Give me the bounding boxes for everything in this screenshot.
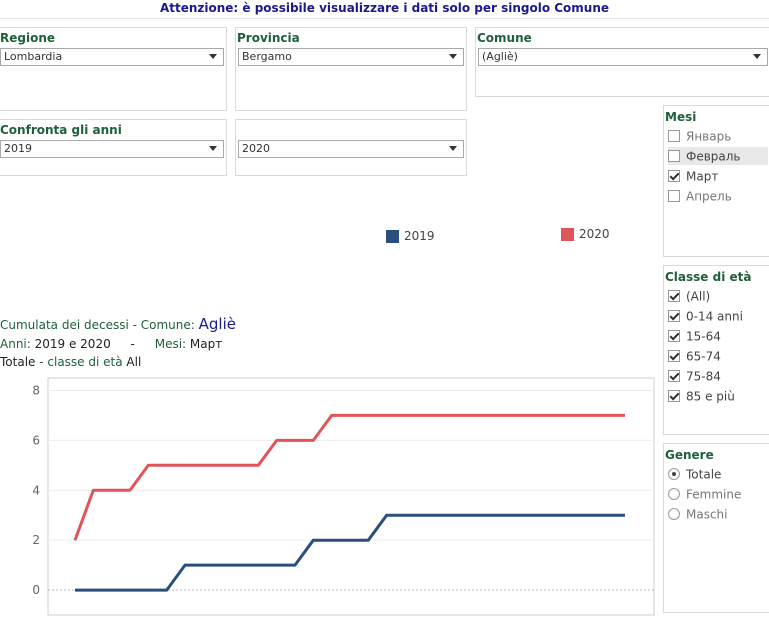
classe-option-label: 15-64 (686, 329, 721, 344)
mesi-option-label: Январь (686, 129, 732, 144)
checkbox-icon (668, 189, 680, 202)
info-anni-value: 2019 e 2020 (34, 337, 111, 351)
checkbox-checked-icon (668, 289, 680, 302)
comune-panel: Comune (Agliè) (475, 27, 769, 97)
series-line-2019[interactable] (75, 513, 625, 592)
legend-item-2019[interactable]: 2019 (386, 229, 435, 243)
y-tick-label: 0 (32, 583, 40, 597)
comune-title: Comune (477, 31, 532, 45)
chart-frame (47, 377, 655, 616)
provincia-title: Provincia (237, 31, 300, 45)
mesi-option-3[interactable]: Апрель (668, 187, 768, 205)
checkbox-icon (668, 129, 680, 142)
mesi-option-label: Апрель (686, 189, 732, 204)
classe-option-5[interactable]: 85 e più (668, 387, 735, 405)
radio-icon (668, 507, 680, 520)
provincia-panel: Provincia Bergamo (235, 27, 467, 111)
year2-panel: 2020 (235, 119, 467, 176)
legend-swatch-2020 (561, 228, 574, 241)
chevron-down-icon (209, 146, 217, 151)
checkbox-checked-icon (668, 349, 680, 362)
legend-label-2019: 2019 (404, 229, 435, 243)
chevron-down-icon (449, 54, 457, 59)
info-cumulata-label: Cumulata dei decessi - Comune: (0, 318, 195, 332)
mesi-option-2[interactable]: Март (668, 167, 768, 185)
regione-dropdown[interactable]: Lombardia (0, 48, 224, 66)
classe-option-1[interactable]: 0-14 anni (668, 307, 743, 325)
info-comune-name: Agliè (198, 315, 236, 333)
mesi-option-0[interactable]: Январь (668, 127, 768, 145)
info-line-1: Cumulata dei decessi - Comune: Agliè (0, 315, 236, 333)
regione-value: Lombardia (4, 50, 63, 63)
checkbox-checked-icon (668, 169, 680, 182)
info-separator: - (130, 337, 135, 351)
year1-dropdown[interactable]: 2019 (0, 140, 224, 158)
classe-option-2[interactable]: 15-64 (668, 327, 721, 345)
legend-swatch-2019 (386, 230, 399, 243)
classe-option-3[interactable]: 65-74 (668, 347, 721, 365)
genere-option-label: Femmine (686, 487, 742, 502)
chevron-down-icon (753, 54, 761, 59)
info-mesi-value: Март (189, 337, 223, 351)
info-classe-value: All (126, 355, 142, 369)
mesi-filter: Mesi Январь Февраль Март Апрель (663, 105, 769, 257)
info-line-3: Totale - classe di età All (0, 355, 141, 369)
comune-dropdown[interactable]: (Agliè) (478, 48, 768, 66)
classe-option-label: 65-74 (686, 349, 721, 364)
y-tick-label: 6 (32, 433, 40, 447)
classe-option-label: 75-84 (686, 369, 721, 384)
legend-item-2020[interactable]: 2020 (561, 227, 610, 241)
chevron-down-icon (449, 146, 457, 151)
genere-option-1[interactable]: Femmine (668, 485, 741, 503)
classe-title: Classe di età (665, 270, 752, 284)
classe-option-label: (All) (686, 289, 711, 304)
info-totale-label: Totale (0, 355, 36, 369)
year2-dropdown[interactable]: 2020 (238, 140, 464, 158)
mesi-option-label: Март (686, 169, 719, 184)
series-line-2020[interactable] (73, 413, 625, 541)
y-tick-label: 8 (32, 383, 40, 397)
info-classe-label: - classe di età (39, 355, 123, 369)
mesi-title: Mesi (665, 110, 697, 124)
banner-warning: Attenzione: è possibile visualizzare i d… (159, 1, 610, 15)
mesi-option-1[interactable]: Февраль (668, 147, 768, 165)
classe-option-4[interactable]: 75-84 (668, 367, 721, 385)
year1-value: 2019 (4, 142, 32, 155)
banner-divider (0, 18, 769, 19)
chevron-down-icon (209, 54, 217, 59)
legend-label-2020: 2020 (579, 227, 610, 241)
year2-value: 2020 (242, 142, 270, 155)
genere-option-2[interactable]: Maschi (668, 505, 728, 523)
y-tick-label: 4 (32, 483, 40, 497)
mesi-option-label: Февраль (686, 149, 741, 164)
genere-title: Genere (665, 448, 714, 462)
cumulative-deaths-chart: 0 2 4 6 8 (32, 377, 655, 616)
classe-option-0[interactable]: (All) (668, 287, 710, 305)
radio-icon (668, 487, 680, 500)
regione-title: Regione (0, 31, 56, 45)
genere-option-0[interactable]: Totale (668, 465, 721, 483)
genere-option-label: Totale (686, 467, 722, 482)
info-line-2: Anni: 2019 e 2020 - Mesi: Март (0, 337, 222, 351)
provincia-value: Bergamo (242, 50, 292, 63)
provincia-dropdown[interactable]: Bergamo (238, 48, 464, 66)
checkbox-icon (668, 149, 680, 162)
info-mesi-label: Mesi: (154, 337, 187, 351)
checkbox-checked-icon (668, 309, 680, 322)
confronta-panel: Confronta gli anni 2019 (0, 119, 227, 176)
checkbox-checked-icon (668, 389, 680, 402)
checkbox-checked-icon (668, 369, 680, 382)
classe-option-label: 0-14 anni (686, 309, 743, 324)
classe-filter: Classe di età (All) 0-14 anni 15-64 65-7… (663, 265, 769, 435)
genere-filter: Genere Totale Femmine Maschi (663, 443, 769, 613)
regione-panel: Regione Lombardia (0, 27, 227, 111)
checkbox-checked-icon (668, 329, 680, 342)
y-tick-label: 2 (32, 533, 40, 547)
classe-option-label: 85 e più (686, 389, 735, 404)
comune-value: (Agliè) (482, 50, 518, 63)
confronta-title: Confronta gli anni (0, 123, 122, 137)
info-anni-label: Anni: (0, 337, 31, 351)
radio-selected-icon (668, 467, 680, 480)
genere-option-label: Maschi (686, 507, 728, 522)
